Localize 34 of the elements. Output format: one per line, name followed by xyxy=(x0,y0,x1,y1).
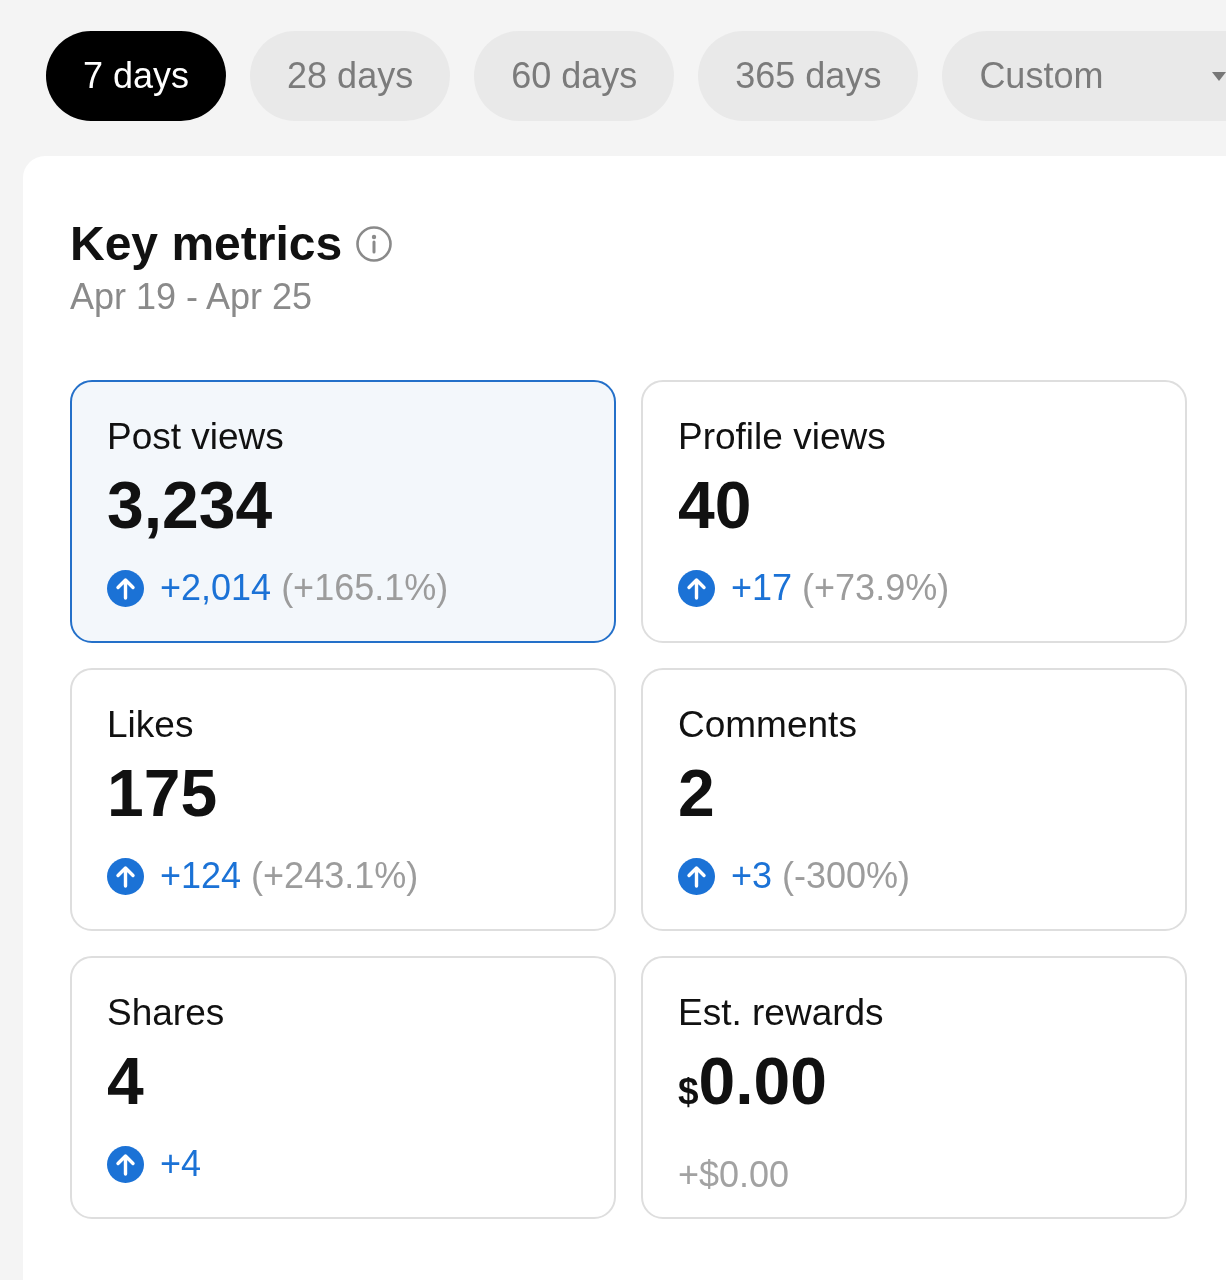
section-title: Key metrics xyxy=(70,216,343,272)
metric-card[interactable]: Post views 3,234 +2,014 (+165.1%) xyxy=(70,380,616,643)
caret-icon xyxy=(1212,71,1226,81)
metric-value: 2 xyxy=(678,756,715,830)
metric-label: Comments xyxy=(678,703,857,747)
metric-value: 40 xyxy=(678,468,752,542)
metric-value: 4 xyxy=(107,1044,144,1118)
change-percent: (+243.1%) xyxy=(251,855,419,897)
metric-label: Est. rewards xyxy=(678,991,884,1035)
metric-card[interactable]: Est. rewards $0.00 +$0.00 xyxy=(641,956,1187,1219)
metric-label: Shares xyxy=(107,991,225,1035)
change-percent: (+165.1%) xyxy=(281,567,449,609)
metric-card[interactable]: Likes 175 +124 (+243.1%) xyxy=(70,668,616,931)
change-value: +2,014 xyxy=(160,567,272,609)
info-icon[interactable] xyxy=(356,226,393,262)
date-range-text: Apr 19 - Apr 25 xyxy=(70,275,313,319)
metric-card[interactable]: Shares 4 +4 xyxy=(70,956,616,1219)
change-value: +17 xyxy=(731,567,793,609)
metric-label: Profile views xyxy=(678,415,886,459)
metric-label: Likes xyxy=(107,703,194,747)
change-value: +$0.00 xyxy=(678,1154,790,1196)
metric-card[interactable]: Comments 2 +3 (-300%) xyxy=(641,668,1187,931)
change-value: +124 xyxy=(160,855,242,897)
change-value: +3 xyxy=(731,855,773,897)
metric-value: 0.00 xyxy=(698,1044,828,1118)
metric-label: Post views xyxy=(107,415,284,459)
metric-card[interactable]: Profile views 40 +17 (+73.9%) xyxy=(641,380,1187,643)
change-percent: (+73.9%) xyxy=(802,567,950,609)
change-value: +4 xyxy=(160,1143,202,1185)
currency-symbol: $ xyxy=(678,1071,699,1112)
date-range-tab[interactable]: 7 days xyxy=(46,31,227,121)
change-percent: (-300%) xyxy=(782,855,911,897)
metric-value: 175 xyxy=(107,756,218,830)
metric-value: 3,234 xyxy=(107,468,273,542)
